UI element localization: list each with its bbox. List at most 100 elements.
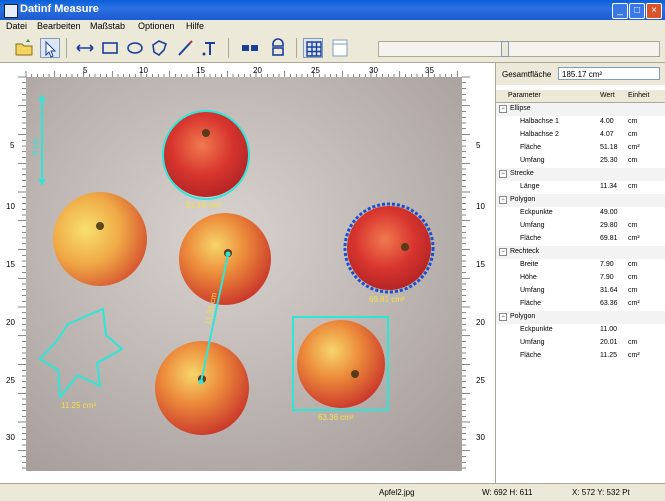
ruler-right-label: 30 (476, 433, 485, 442)
param-name: Umfang (520, 287, 545, 294)
ruler-right-label: 10 (476, 202, 485, 211)
calibrate-tool-icon[interactable] (268, 38, 288, 58)
table-row[interactable]: Fläche 11.25 cm² (496, 350, 665, 363)
text-tool-icon[interactable] (200, 38, 220, 58)
table-row[interactable]: Umfang 20.01 cm (496, 337, 665, 350)
group-row[interactable]: − Strecke (496, 168, 665, 181)
col-wert[interactable]: Wert (600, 92, 615, 99)
left-ruler (0, 63, 26, 483)
param-unit: cm² (628, 300, 640, 307)
polygon-tool-icon[interactable] (150, 38, 170, 58)
group-label: Polygon (510, 196, 536, 203)
group-row[interactable]: − Ellipse (496, 103, 665, 116)
table-row[interactable]: Höhe 7.90 cm (496, 272, 665, 285)
table-row[interactable]: Umfang 31.64 cm (496, 285, 665, 298)
table-row[interactable]: Eckpunkte 49.00 (496, 207, 665, 220)
param-value: 51.18 (600, 144, 618, 151)
param-name: Fläche (520, 144, 542, 151)
ruler-left-label: 20 (6, 318, 15, 327)
label-star-area: 11.25 cm² (61, 401, 96, 410)
table-row[interactable]: Breite 7.90 cm (496, 259, 665, 272)
ruler-left-label: 15 (6, 260, 15, 269)
menu-bearbeiten[interactable]: Bearbeiten (37, 21, 81, 31)
collapse-icon[interactable]: − (499, 248, 507, 256)
maximize-button[interactable]: □ (629, 3, 645, 19)
param-value: 69.81 (600, 235, 618, 242)
table-row[interactable]: Umfang 29.80 cm (496, 220, 665, 233)
open-folder-icon[interactable] (14, 38, 34, 58)
table-row[interactable]: Fläche 69.81 cm² (496, 233, 665, 246)
param-name: Umfang (520, 339, 545, 346)
menu-massstab[interactable]: Maßstab (90, 21, 125, 31)
ruler-top-label: 10 (139, 66, 148, 75)
param-name: Höhe (520, 274, 537, 281)
table-row[interactable]: Fläche 63.36 cm² (496, 298, 665, 311)
param-value: 7.90 (600, 274, 614, 281)
param-unit: cm² (628, 144, 640, 151)
group-row[interactable]: − Rechteck (496, 246, 665, 259)
group-label: Ellipse (510, 105, 531, 112)
toolbar-separator (66, 38, 67, 58)
collapse-icon[interactable]: − (499, 313, 507, 321)
apple-middle (179, 213, 271, 305)
menu-hilfe[interactable]: Hilfe (186, 21, 204, 31)
param-name: Eckpunkte (520, 326, 553, 333)
ruler-top-label: 5 (83, 66, 88, 75)
grid-toggle-icon[interactable] (303, 38, 323, 58)
menu-datei[interactable]: Datei (6, 21, 27, 31)
toolbar-separator (296, 38, 297, 58)
collapse-icon[interactable]: − (499, 105, 507, 113)
table-row[interactable]: Umfang 25.30 cm (496, 155, 665, 168)
zoom-slider[interactable] (378, 41, 660, 57)
image-canvas[interactable]: 51.18 cm² 69.81 cm² 63.36 cm² 11.25 cm² … (0, 63, 495, 483)
status-cursor: X: 572 Y: 532 Pt (572, 488, 630, 497)
table-row[interactable]: Halbachse 2 4.07 cm (496, 129, 665, 142)
line-tool-icon[interactable] (75, 38, 95, 58)
freehand-tool-icon[interactable] (175, 38, 195, 58)
param-unit: cm² (628, 235, 640, 242)
rectangle-tool-icon[interactable] (100, 38, 120, 58)
table-row[interactable]: Halbachse 1 4.00 cm (496, 116, 665, 129)
ruler-toggle-icon[interactable] (330, 38, 350, 58)
zoom-slider-thumb[interactable] (501, 41, 509, 57)
param-unit: cm (628, 157, 638, 164)
param-value: 11.25 (600, 352, 617, 359)
close-button[interactable]: × (646, 3, 662, 19)
param-unit: cm (628, 287, 638, 294)
total-area-label: Gesamtfläche (502, 70, 552, 79)
col-einheit[interactable]: Einheit (628, 92, 649, 99)
scale-tool-icon[interactable] (240, 38, 260, 58)
param-value: 11.00 (600, 326, 617, 333)
pointer-tool-icon[interactable] (40, 38, 60, 58)
top-ruler (0, 63, 495, 77)
param-name: Halbachse 1 (520, 118, 559, 125)
param-name: Fläche (520, 300, 542, 307)
param-unit: cm (628, 118, 638, 125)
table-row[interactable]: Länge 11.34 cm (496, 181, 665, 194)
collapse-icon[interactable]: − (499, 170, 507, 178)
menu-optionen[interactable]: Optionen (138, 21, 175, 31)
param-name: Fläche (520, 235, 542, 242)
param-value: 31.64 (600, 287, 618, 294)
param-unit: cm² (628, 352, 640, 359)
label-polygon-area: 69.81 cm² (369, 295, 405, 304)
group-row[interactable]: − Polygon (496, 194, 665, 207)
ellipse-tool-icon[interactable] (125, 38, 145, 58)
ruler-top-label: 15 (196, 66, 205, 75)
param-unit: cm (628, 274, 638, 281)
param-unit: cm (628, 339, 638, 346)
ruler-left-label: 25 (6, 376, 15, 385)
col-parameter[interactable]: Parameter (508, 92, 541, 99)
ruler-right-label: 5 (476, 141, 481, 150)
collapse-icon[interactable]: − (499, 196, 507, 204)
minimize-button[interactable]: _ (612, 3, 628, 19)
grid-header: Parameter Wert Einheit (496, 90, 665, 103)
table-row[interactable]: Eckpunkte 11.00 (496, 324, 665, 337)
param-value: 63.36 (600, 300, 618, 307)
status-bar: Apfel2.jpg W: 692 H: 611 X: 572 Y: 532 P… (0, 483, 665, 501)
total-area-field[interactable]: 185.17 cm² (558, 67, 660, 80)
apple-left (53, 192, 147, 286)
table-row[interactable]: Fläche 51.18 cm² (496, 142, 665, 155)
group-row[interactable]: − Polygon (496, 311, 665, 324)
ruler-left-label: 5 (10, 141, 15, 150)
